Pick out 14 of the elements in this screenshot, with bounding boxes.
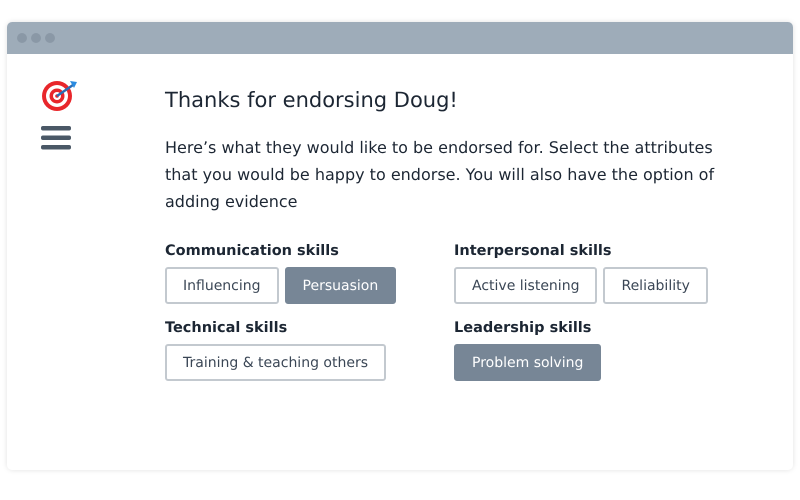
skill-chip[interactable]: Active listening xyxy=(454,267,598,304)
skill-chip[interactable]: Training & teaching others xyxy=(165,344,386,381)
target-icon xyxy=(41,78,79,112)
skill-chip[interactable]: Influencing xyxy=(165,267,279,304)
group-title: Communication skills xyxy=(165,242,340,261)
skill-chip[interactable]: Problem solving xyxy=(454,344,602,381)
intro-text: Here’s what they would like to be endorsed for. Select the attributes that you would be happy to endorse. You will also have the option of adding evidence xyxy=(165,137,716,213)
group-title: Technical skills xyxy=(165,319,288,338)
group-title: Interpersonal skills xyxy=(454,242,613,261)
group-title: Leadership skills xyxy=(454,319,592,338)
skill-chip[interactable]: Persuasion xyxy=(284,267,396,304)
menu-icon[interactable] xyxy=(41,126,71,150)
skill-chip[interactable]: Reliability xyxy=(603,267,708,304)
page-heading: Thanks for endorsing Doug! xyxy=(165,87,459,114)
